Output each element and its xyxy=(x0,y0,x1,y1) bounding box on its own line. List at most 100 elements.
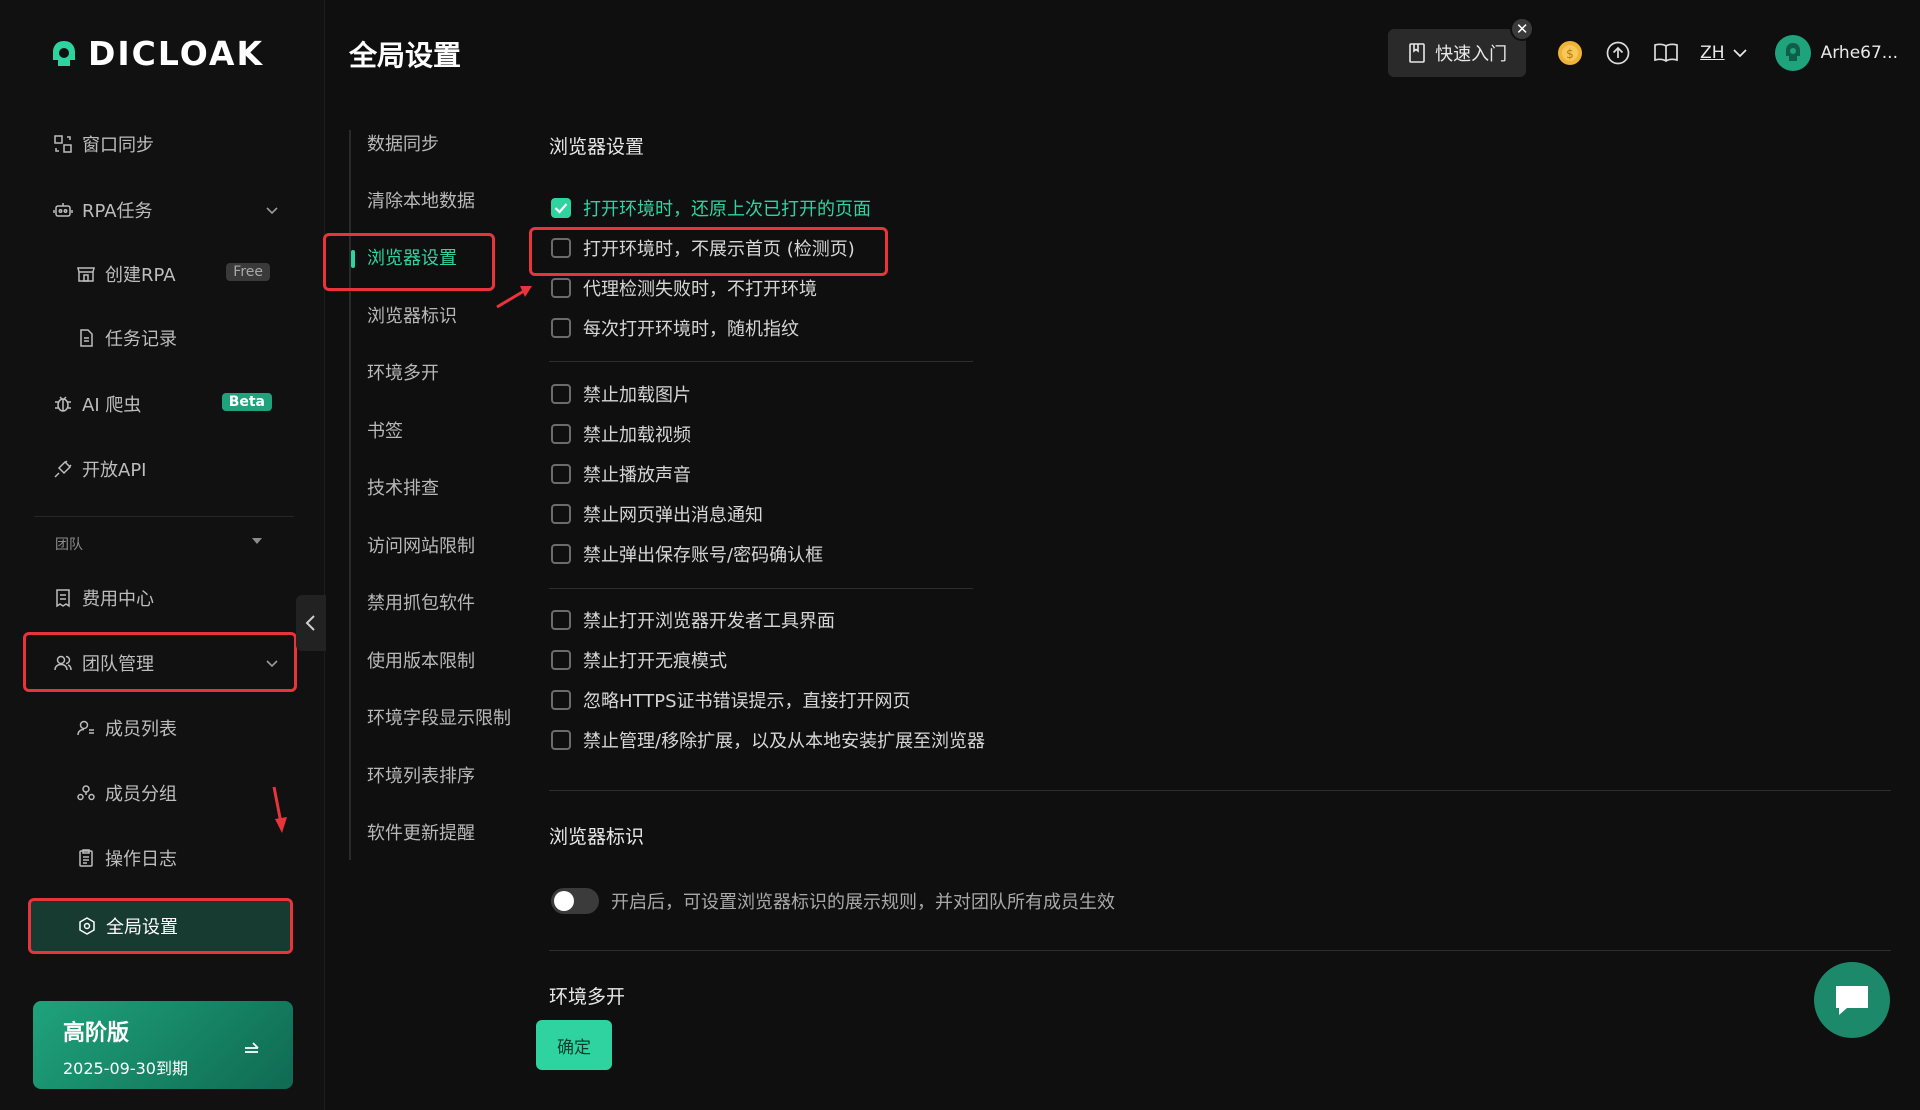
group-icon xyxy=(75,782,97,804)
option-restore-last-pages[interactable]: 打开环境时，还原上次已打开的页面 xyxy=(551,195,871,221)
subnav-item-update-reminder[interactable]: 软件更新提醒 xyxy=(367,819,475,849)
beta-badge: Beta xyxy=(221,393,272,411)
sidebar: DICLOAK 窗口同步 RPA任务 创建RPA Free 任务记录 AI 爬虫… xyxy=(0,0,325,1110)
checkbox[interactable] xyxy=(551,464,571,484)
chat-support-button[interactable] xyxy=(1814,962,1890,1038)
chevron-down-icon xyxy=(266,660,278,668)
chat-bubble-icon xyxy=(1836,986,1868,1015)
sidebar-item-rpa-tasks[interactable]: RPA任务 xyxy=(52,190,282,230)
robot-icon xyxy=(52,199,74,221)
dicloak-logo-icon xyxy=(53,40,75,66)
checkbox[interactable] xyxy=(551,318,571,338)
sidebar-item-label: 创建RPA xyxy=(105,265,176,286)
option-block-images[interactable]: 禁止加载图片 xyxy=(551,381,691,407)
checkbox[interactable] xyxy=(551,544,571,564)
section-divider xyxy=(549,790,1891,791)
confirm-button[interactable]: 确定 xyxy=(536,1020,612,1070)
sidebar-item-label: 成员分组 xyxy=(105,784,177,805)
subnav-item-disable-sniffers[interactable]: 禁用抓包软件 xyxy=(367,589,475,619)
subnav-item-multi-env[interactable]: 环境多开 xyxy=(367,359,439,389)
sidebar-divider xyxy=(34,516,294,517)
option-proxy-fail-no-open[interactable]: 代理检测失败时，不打开环境 xyxy=(551,275,817,301)
sidebar-item-global-settings[interactable]: 全局设置 xyxy=(30,901,290,951)
option-label: 打开环境时，还原上次已打开的页面 xyxy=(583,199,871,220)
option-block-video[interactable]: 禁止加载视频 xyxy=(551,421,691,447)
subnav-item-clear-local-data[interactable]: 清除本地数据 xyxy=(367,187,475,217)
option-hide-homepage[interactable]: 打开环境时，不展示首页 (检测页) xyxy=(551,235,855,261)
clipboard-icon xyxy=(75,847,97,869)
sidebar-item-label: RPA任务 xyxy=(82,201,153,222)
subnav-item-env-list-sort[interactable]: 环境列表排序 xyxy=(367,762,475,792)
checkbox[interactable] xyxy=(551,278,571,298)
checkbox-checked[interactable] xyxy=(551,198,571,218)
subnav-item-site-restrictions[interactable]: 访问网站限制 xyxy=(367,532,475,562)
toggle-description: 开启后，可设置浏览器标识的展示规则，并对团队所有成员生效 xyxy=(611,892,1115,913)
settings-subnav: 数据同步 清除本地数据 浏览器设置 浏览器标识 环境多开 书签 技术排查 访问网… xyxy=(349,130,511,860)
checkbox[interactable] xyxy=(551,504,571,524)
option-label: 禁止打开浏览器开发者工具界面 xyxy=(583,611,835,632)
sidebar-item-member-groups[interactable]: 成员分组 xyxy=(75,773,280,813)
sidebar-item-member-list[interactable]: 成员列表 xyxy=(75,708,280,748)
browser-identity-toggle[interactable] xyxy=(551,888,599,914)
subnav-item-browser-settings[interactable]: 浏览器设置 xyxy=(351,244,457,274)
caret-down-icon[interactable] xyxy=(252,538,262,544)
option-block-extension-management[interactable]: 禁止管理/移除扩展，以及从本地安装扩展至浏览器 xyxy=(551,727,985,753)
subnav-item-field-display-limit[interactable]: 环境字段显示限制 xyxy=(367,704,511,734)
option-block-notifications[interactable]: 禁止网页弹出消息通知 xyxy=(551,501,763,527)
checkbox[interactable] xyxy=(551,650,571,670)
section-title-browser-settings: 浏览器设置 xyxy=(549,136,645,158)
sidebar-item-billing[interactable]: 费用中心 xyxy=(52,578,282,618)
option-label: 禁止打开无痕模式 xyxy=(583,651,727,672)
option-label: 禁止播放声音 xyxy=(583,465,691,486)
option-label: 忽略HTTPS证书错误提示，直接打开网页 xyxy=(583,691,911,712)
sidebar-item-window-sync[interactable]: 窗口同步 xyxy=(52,124,282,164)
subnav-item-data-sync[interactable]: 数据同步 xyxy=(367,130,439,160)
sidebar-collapse-button[interactable] xyxy=(296,595,326,651)
team-group-label[interactable]: 团队 xyxy=(55,534,83,554)
subnav-item-bookmarks[interactable]: 书签 xyxy=(367,417,403,447)
sidebar-item-label: 窗口同步 xyxy=(82,135,154,156)
checkbox[interactable] xyxy=(551,424,571,444)
group-divider xyxy=(549,361,973,362)
sidebar-item-task-records[interactable]: 任务记录 xyxy=(75,318,280,358)
subnav-item-browser-identity[interactable]: 浏览器标识 xyxy=(367,302,457,332)
checkbox[interactable] xyxy=(551,238,571,258)
sidebar-item-label: AI 爬虫 xyxy=(82,395,142,416)
checkbox[interactable] xyxy=(551,730,571,750)
plug-icon xyxy=(52,458,74,480)
option-block-incognito[interactable]: 禁止打开无痕模式 xyxy=(551,647,727,673)
option-block-sound[interactable]: 禁止播放声音 xyxy=(551,461,691,487)
checkbox[interactable] xyxy=(551,610,571,630)
option-block-save-password[interactable]: 禁止弹出保存账号/密码确认框 xyxy=(551,541,823,567)
sidebar-item-create-rpa[interactable]: 创建RPA Free xyxy=(75,254,280,294)
browser-identity-toggle-row: 开启后，可设置浏览器标识的展示规则，并对团队所有成员生效 xyxy=(551,888,1115,914)
sidebar-item-ai-crawler[interactable]: AI 爬虫 Beta xyxy=(52,384,282,424)
brand-logo[interactable]: DICLOAK xyxy=(48,34,264,73)
section-divider xyxy=(549,950,1891,951)
check-icon xyxy=(554,203,568,214)
checkbox[interactable] xyxy=(551,690,571,710)
section-title-browser-identity: 浏览器标识 xyxy=(549,826,645,848)
bug-icon xyxy=(52,393,74,415)
option-random-fingerprint[interactable]: 每次打开环境时，随机指纹 xyxy=(551,315,799,341)
option-label: 打开环境时，不展示首页 (检测页) xyxy=(583,239,855,260)
option-label: 代理检测失败时，不打开环境 xyxy=(583,279,817,300)
sidebar-item-open-api[interactable]: 开放API xyxy=(52,449,282,489)
page-title: 全局设置 xyxy=(349,39,462,72)
subnav-item-troubleshooting[interactable]: 技术排查 xyxy=(367,474,439,504)
checkbox[interactable] xyxy=(551,384,571,404)
group-divider xyxy=(549,588,973,589)
billing-icon xyxy=(52,587,74,609)
sidebar-item-team-management[interactable]: 团队管理 xyxy=(52,643,282,683)
sidebar-item-operation-log[interactable]: 操作日志 xyxy=(75,838,280,878)
option-ignore-https-errors[interactable]: 忽略HTTPS证书错误提示，直接打开网页 xyxy=(551,687,911,713)
option-block-devtools[interactable]: 禁止打开浏览器开发者工具界面 xyxy=(551,607,835,633)
settings-hexagon-icon xyxy=(76,915,98,937)
member-icon xyxy=(75,717,97,739)
premium-plan-card[interactable]: 高阶版 2025-09-30到期 xyxy=(33,1001,293,1089)
option-label: 禁止弹出保存账号/密码确认框 xyxy=(583,545,824,566)
sidebar-item-label: 开放API xyxy=(82,460,147,481)
subnav-item-version-limit[interactable]: 使用版本限制 xyxy=(367,647,475,677)
chevron-left-icon xyxy=(305,615,315,631)
arrow-right-icon xyxy=(245,1042,259,1053)
